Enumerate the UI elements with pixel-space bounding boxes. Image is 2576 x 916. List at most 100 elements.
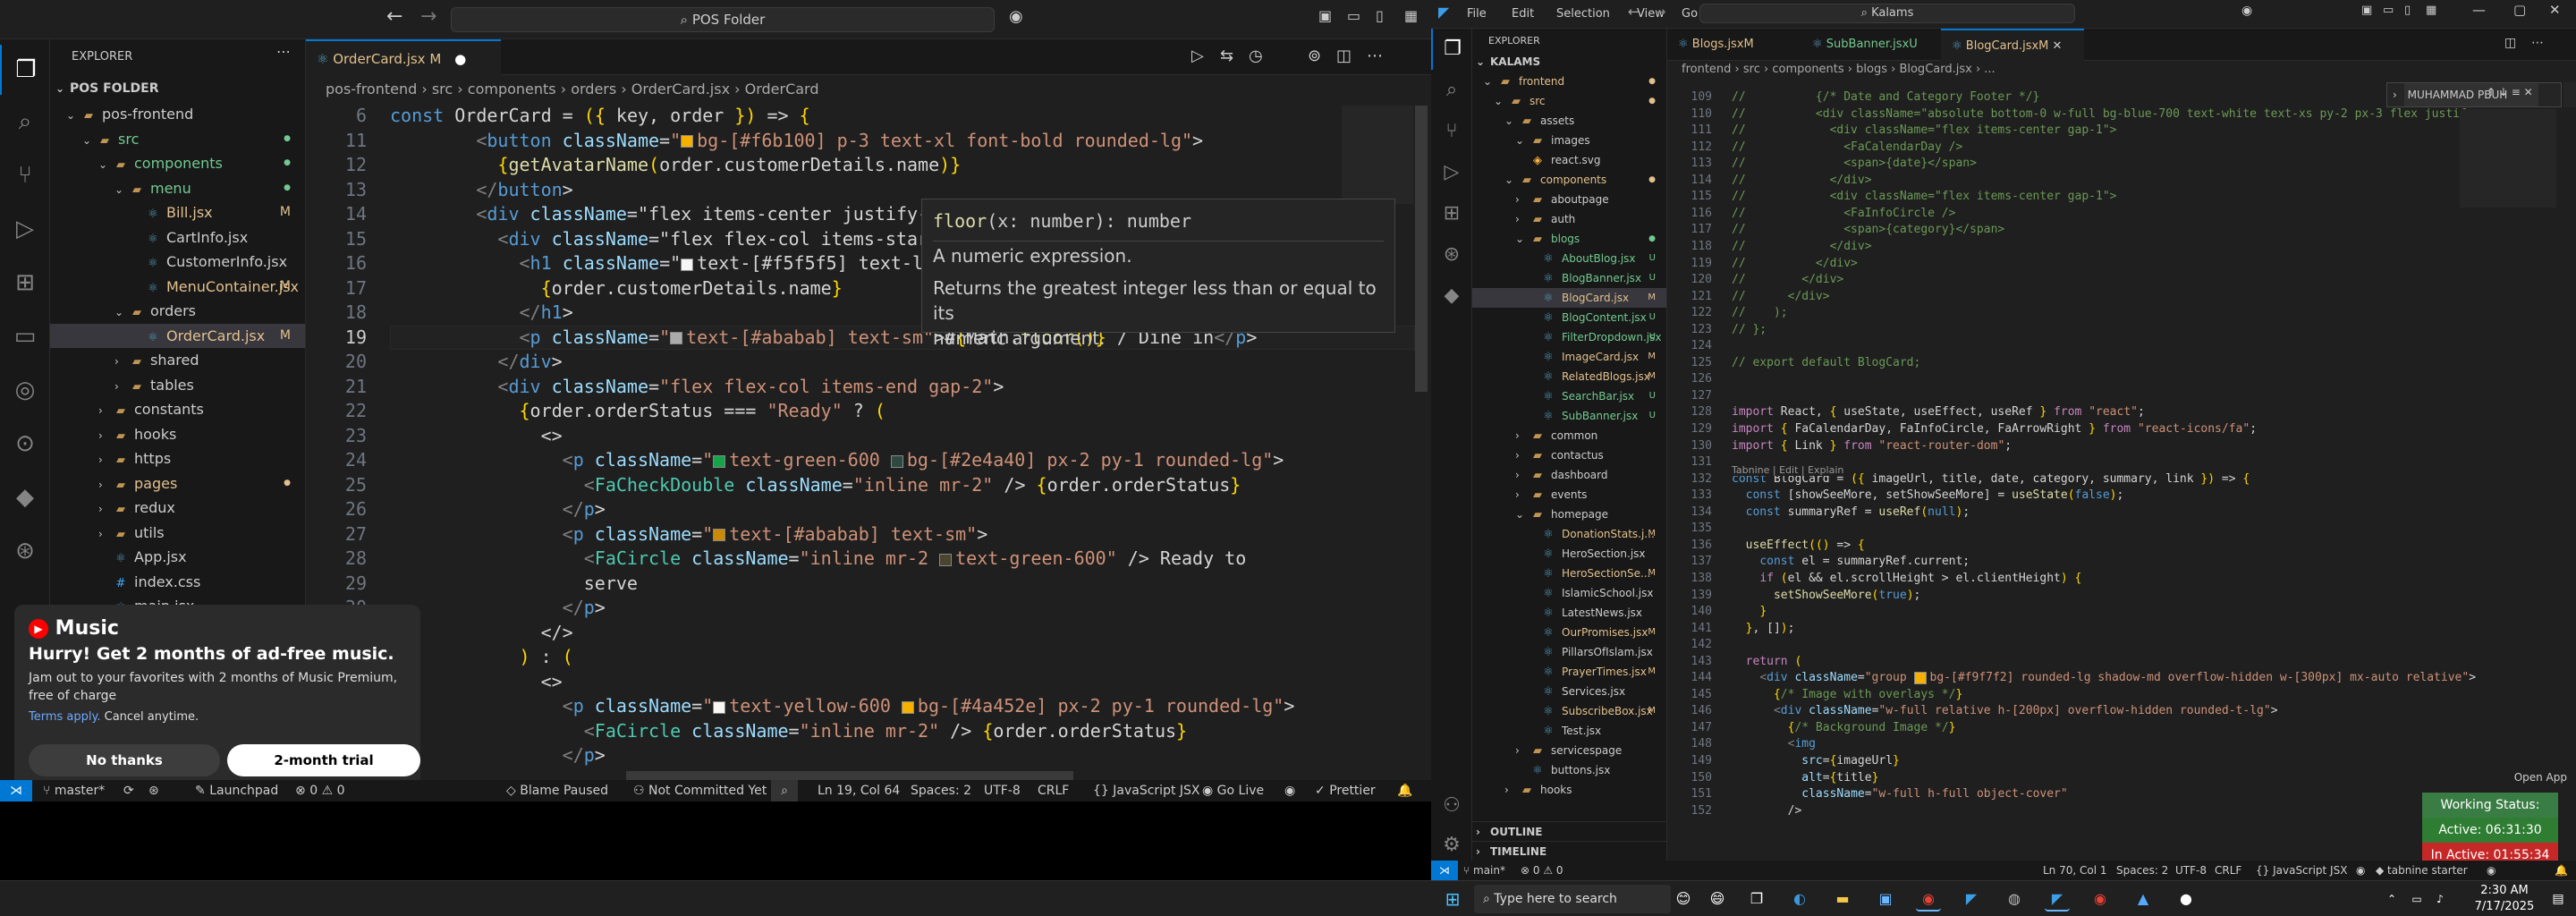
encoding[interactable]: UTF-8: [984, 780, 1021, 802]
split-editor-icon[interactable]: ◫: [2504, 36, 2516, 50]
editor-tab[interactable]: ⚛ BlogCard.jsxM ✕: [1941, 29, 2084, 61]
tree-file[interactable]: ⚛ LatestNews.jsx: [1472, 603, 1666, 623]
run-icon[interactable]: ▷: [1191, 47, 1204, 65]
tree-file[interactable]: ⚛ HeroSection.jsx: [1472, 544, 1666, 564]
back-arrow-icon[interactable]: ←: [1628, 4, 1640, 20]
breadcrumb-item[interactable]: OrderCard.jsx: [631, 81, 730, 98]
tree-file[interactable]: ⚛ BlogCard.jsx M: [1472, 288, 1666, 308]
sync-icon[interactable]: ⟳: [123, 780, 134, 802]
search-extension-icon[interactable]: ⊙: [0, 419, 50, 469]
tree-file[interactable]: ⚛ OurPromises.jsx M: [1472, 623, 1666, 642]
source-control-icon[interactable]: ⑂: [0, 150, 50, 200]
tree-folder[interactable]: › ▰ pages ●: [50, 471, 305, 496]
account-icon[interactable]: ⚇: [1431, 785, 1472, 827]
line-ending[interactable]: CRLF: [2215, 861, 2241, 880]
emoji-widget-icon[interactable]: 😊: [1671, 886, 1696, 912]
breadcrumb-item[interactable]: ...: [1984, 63, 1995, 76]
run-debug-icon[interactable]: ▷: [0, 204, 50, 254]
task-view-icon[interactable]: ❐: [1744, 886, 1769, 912]
extensions-icon[interactable]: ⊞: [1431, 193, 1472, 234]
editor-more-icon[interactable]: ⋯: [2531, 36, 2544, 50]
menu-item[interactable]: Selection: [1556, 0, 1610, 29]
launchpad-status[interactable]: ✎ Launchpad: [195, 780, 278, 802]
tree-folder[interactable]: ⌄ ▰ components ●: [50, 151, 305, 176]
tree-folder[interactable]: › ▰ servicespage: [1472, 741, 1666, 760]
tree-folder[interactable]: › ▰ auth: [1472, 209, 1666, 229]
open-app-link[interactable]: Open App: [2436, 771, 2571, 784]
menu-item[interactable]: Go: [1682, 0, 1698, 29]
vscode-taskbar-icon-2[interactable]: ◤: [2045, 886, 2070, 912]
breadcrumb-item[interactable]: blogs: [1856, 63, 1887, 76]
cursor-position[interactable]: Ln 70, Col 1: [2043, 861, 2107, 880]
tree-file[interactable]: ⚛ BlogContent.jsx U: [1472, 308, 1666, 327]
bell-icon[interactable]: 🔔: [2555, 861, 2568, 880]
tree-file[interactable]: ⚛ App.jsx: [50, 545, 305, 570]
chrome-icon-2[interactable]: ◉: [2088, 886, 2113, 912]
panel-toggle-icon[interactable]: ▭: [2383, 4, 2394, 17]
next-match-icon[interactable]: ↓: [2499, 86, 2508, 98]
cursor-position[interactable]: Ln 19, Col 64: [818, 780, 900, 802]
customize-layout-icon[interactable]: ▦: [1404, 7, 1418, 24]
problems-status[interactable]: ⊗ 0 ⚠ 0: [1521, 861, 1563, 880]
tree-folder[interactable]: › ▰ constants: [50, 397, 305, 422]
go-live-icon[interactable]: ⊚: [1308, 47, 1321, 65]
tree-file[interactable]: ⚛ SubscribeBox.jsx M: [1472, 701, 1666, 721]
copilot-status-icon[interactable]: ◉: [1284, 780, 1295, 802]
tree-folder[interactable]: › ▰ dashboard: [1472, 465, 1666, 485]
forward-arrow-icon[interactable]: →: [1655, 4, 1666, 20]
docker-icon[interactable]: ◆: [0, 472, 50, 522]
extensions-icon[interactable]: ⊞: [0, 258, 50, 308]
notification-icon[interactable]: ▤: [2546, 886, 2571, 912]
breadcrumb-item[interactable]: src: [1743, 63, 1760, 76]
tree-file[interactable]: ⚛ Bill.jsx M: [50, 200, 305, 225]
tree-folder[interactable]: › ▰ events: [1472, 485, 1666, 505]
tree-folder[interactable]: › ▰ utils: [50, 521, 305, 546]
line-ending[interactable]: CRLF: [1038, 780, 1069, 802]
remote-icon[interactable]: ⋊: [1431, 861, 1458, 880]
remote-explorer-icon[interactable]: ⊛: [1431, 234, 1472, 276]
tree-file[interactable]: ⚛ CartInfo.jsx: [50, 225, 305, 250]
tree-folder[interactable]: ⌄ ▰ src ●: [50, 127, 305, 152]
tree-file[interactable]: ⚛ OrderCard.jsx M: [50, 323, 305, 348]
tree-folder[interactable]: ⌄ ▰ images: [1472, 131, 1666, 150]
prettier-status[interactable]: ✓ Prettier: [1315, 780, 1376, 802]
tree-folder[interactable]: ⌄ ▰ menu ●: [50, 176, 305, 201]
breadcrumb-item[interactable]: components: [1772, 63, 1843, 76]
close-tab-icon[interactable]: ✕: [2048, 39, 2063, 53]
tree-file[interactable]: ◈ react.svg: [1472, 150, 1666, 170]
store-icon[interactable]: ▣: [1873, 886, 1898, 912]
indentation[interactable]: Spaces: 2: [2116, 861, 2168, 880]
vscode-taskbar-icon[interactable]: ◤: [1959, 886, 1984, 912]
breadcrumb-item[interactable]: orders: [571, 81, 616, 98]
split-editor-icon[interactable]: ◫: [1336, 47, 1352, 65]
search-view-icon[interactable]: ⌕: [0, 97, 50, 147]
gitlens-icon[interactable]: ◎: [0, 365, 50, 415]
back-arrow-icon[interactable]: ←: [386, 5, 402, 28]
copilot-icon[interactable]: ◉: [1009, 7, 1023, 26]
minimize-icon[interactable]: —: [2472, 2, 2486, 18]
breadcrumb-item[interactable]: pos-frontend: [326, 81, 417, 98]
breadcrumb-item[interactable]: src: [432, 81, 453, 98]
tree-folder[interactable]: › ▰ aboutpage: [1472, 190, 1666, 209]
tree-folder[interactable]: › ▰ shared: [50, 348, 305, 373]
outline-section[interactable]: › OUTLINE: [1472, 821, 1666, 841]
git-graph-icon[interactable]: ⊛: [0, 526, 50, 576]
explorer-icon[interactable]: ❐: [1431, 29, 1472, 70]
minimap[interactable]: [1342, 106, 1413, 204]
edge-icon[interactable]: ◐: [1787, 886, 1812, 912]
taskbar-search[interactable]: ⌕ Type here to search: [1474, 885, 1671, 913]
branch-status[interactable]: ⑂ master*: [43, 780, 105, 802]
gitlens-status-icon[interactable]: ⊛: [148, 780, 159, 802]
tree-file[interactable]: ⚛ IslamicSchool.jsx: [1472, 583, 1666, 603]
tree-file[interactable]: # index.css: [50, 570, 305, 595]
tree-file[interactable]: ⚛ MenuContainer.jsx M: [50, 275, 305, 300]
tree-file[interactable]: ⚛ SearchBar.jsx U: [1472, 386, 1666, 406]
source-control-icon[interactable]: ⑂: [1431, 111, 1472, 152]
tree-file[interactable]: ⚛ Services.jsx: [1472, 682, 1666, 701]
tree-file[interactable]: ⚛ RelatedBlogs.jsx M: [1472, 367, 1666, 386]
tree-file[interactable]: ⚛ Test.jsx: [1472, 721, 1666, 741]
volume-icon[interactable]: ♪: [2428, 886, 2453, 912]
horizontal-scrollbar[interactable]: [626, 771, 1073, 780]
timeline-section[interactable]: › TIMELINE: [1472, 841, 1666, 861]
tree-folder[interactable]: ⌄ ▰ components ●: [1472, 170, 1666, 190]
